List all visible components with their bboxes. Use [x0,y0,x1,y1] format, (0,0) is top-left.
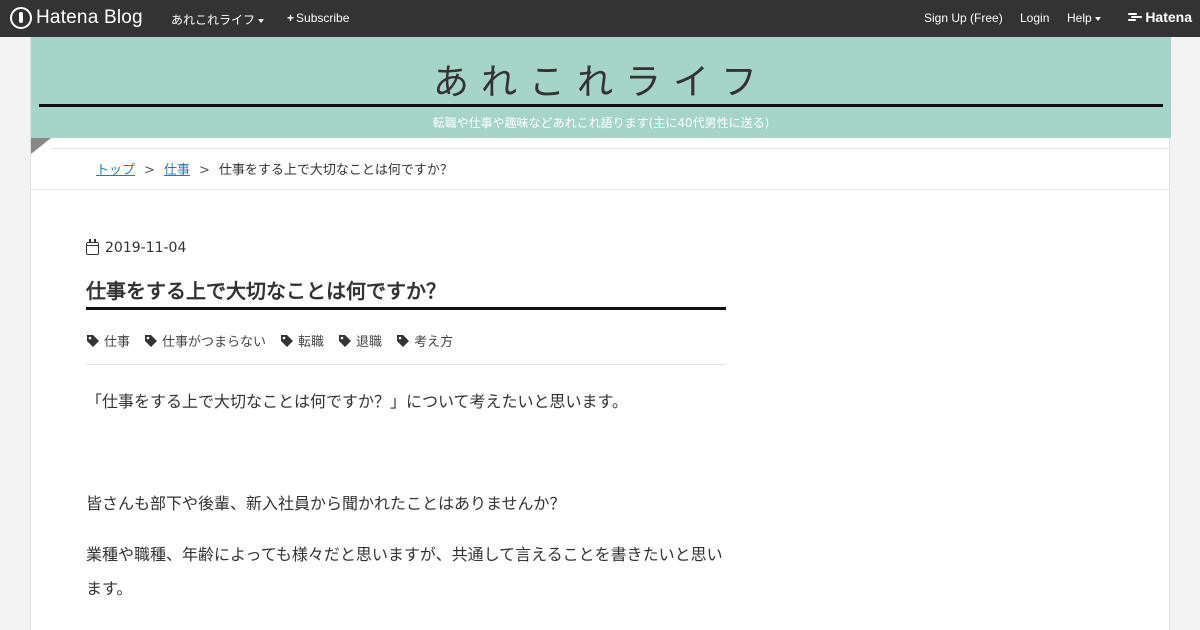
breadcrumb-current: 仕事をする上で大切なことは何ですか？ [218,163,453,178]
entry-paragraph: 皆さんも部下や後輩、新入社員から聞かれたことはありませんか？ [86,494,566,513]
subscribe-button[interactable]: + Subscribe [287,11,349,25]
caret-down-icon [258,18,265,23]
tag-label: 退職 [356,335,383,350]
tag-icon [338,334,352,348]
entry-date-text: 2019-11-04 [105,240,187,256]
tag-item[interactable]: 転職 [280,331,324,350]
entry-paragraph: 「仕事をする上で大切なことは何ですか？」について考えたいと思います。 [86,392,628,411]
entry-paragraph: 業種や職種、年齢によっても様々だと思いますが、共通して言えることを書きたいと思い… [86,545,723,598]
entry-title-underline [86,307,726,310]
logo-text: Hatena Blog [36,7,143,28]
entry-tags: 仕事 仕事がつまらない 転職 退職 考え方 [86,331,467,350]
tag-item[interactable]: 仕事 [86,331,130,350]
hatena-mark-icon [1128,12,1143,22]
header-corner-fold [31,138,51,154]
help-label: Help [1067,11,1092,25]
breadcrumb-separator: > [144,163,155,178]
global-header: Hatena Blog あれこれライフ + Subscribe Sign Up (… [0,0,1200,37]
blog-menu-dropdown[interactable]: あれこれライフ [171,11,265,28]
tag-icon [396,334,410,348]
blog-header: あれこれライフ 転職や仕事や趣味などあれこれ語ります(主に40代男性に送る) [31,37,1171,138]
tag-label: 転職 [298,335,325,350]
breadcrumb-category-link[interactable]: 仕事 [164,163,190,178]
calendar-icon [86,238,99,255]
breadcrumb-separator: > [198,163,210,178]
tag-icon [280,334,294,348]
tag-item[interactable]: 退職 [338,331,382,350]
tag-label: 仕事 [104,335,131,350]
tag-item[interactable]: 仕事がつまらない [144,331,266,350]
subscribe-label: Subscribe [296,11,350,25]
entry-title[interactable]: 仕事をする上で大切なことは何ですか？ [86,277,726,305]
signup-link[interactable]: Sign Up (Free) [924,11,1003,25]
breadcrumb: トップ > 仕事 > 仕事をする上で大切なことは何ですか？ [96,159,453,178]
breadcrumb-divider [31,189,1169,190]
blog-menu-label: あれこれライフ [171,13,256,27]
tag-label: 考え方 [414,335,454,350]
tag-icon [86,334,100,348]
entry-date[interactable]: 2019-11-04 [86,238,187,256]
hatena-logo[interactable]: Hatena [1128,9,1192,25]
breadcrumb-top-link[interactable]: トップ [96,163,135,178]
header-bottom-divider [51,138,1171,149]
hatena-logo-text: Hatena [1145,9,1192,25]
hatena-blog-logo-icon [10,7,32,29]
help-dropdown[interactable]: Help [1067,11,1101,25]
blog-title-divider [39,104,1163,107]
caret-down-icon [1094,16,1101,21]
blog-title[interactable]: あれこれライフ [31,53,1171,105]
login-link[interactable]: Login [1020,11,1049,25]
tags-divider [86,364,726,365]
tag-label: 仕事がつまらない [162,335,267,350]
hatena-blog-logo[interactable]: Hatena Blog [10,6,143,30]
page-container: あれこれライフ 転職や仕事や趣味などあれこれ語ります(主に40代男性に送る) ト… [30,37,1171,630]
blog-description: 転職や仕事や趣味などあれこれ語ります(主に40代男性に送る) [432,116,770,130]
tag-icon [144,334,158,348]
plus-icon: + [287,11,295,25]
tag-item[interactable]: 考え方 [396,331,453,350]
